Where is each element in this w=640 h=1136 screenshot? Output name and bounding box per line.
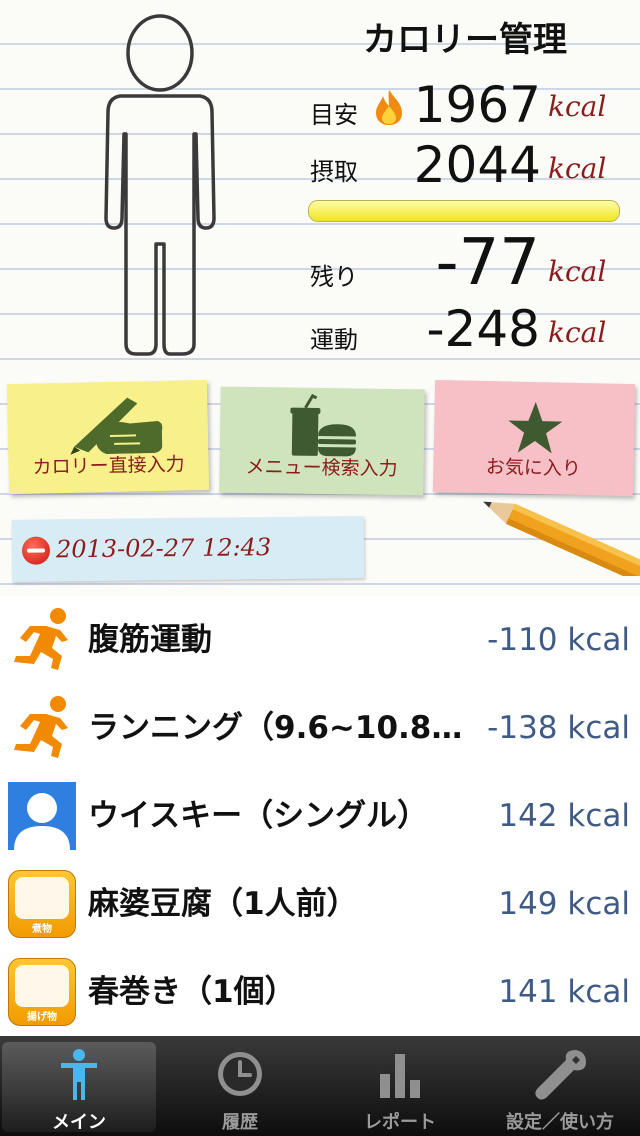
favorites-label: お気に入り xyxy=(485,456,582,480)
entry-name: 腹筋運動 xyxy=(88,622,212,658)
remaining-unit: kcal xyxy=(548,255,607,288)
entry-name: 春巻き（1個） xyxy=(88,974,296,1010)
food-category-tag: 煮物 xyxy=(32,924,52,935)
list-item[interactable]: ランニング（9.6~10.8km/h） -138 kcal xyxy=(0,684,640,773)
entry-name: 麻婆豆腐（1人前） xyxy=(88,886,358,922)
intake-unit: kcal xyxy=(548,152,607,185)
exercise-label: 運動 xyxy=(310,326,358,354)
calorie-summary-header: カロリー管理 目安 1967 kcal 摂取 2044 kcal 残り -77 … xyxy=(0,0,640,372)
pencil-decoration-icon xyxy=(483,501,640,576)
food-category-tag: 揚げ物 xyxy=(27,1012,57,1023)
direct-calorie-input-button[interactable]: カロリー直接入力 xyxy=(6,379,210,495)
tab-label: レポート xyxy=(364,1112,436,1133)
tab-label: 履歴 xyxy=(222,1112,258,1133)
entry-kcal: 142 kcal xyxy=(498,798,630,834)
hand-writing-pen-icon xyxy=(70,397,163,455)
tab-label: 設定／使い方 xyxy=(506,1112,614,1133)
tab-report[interactable]: レポート xyxy=(320,1036,480,1136)
person-icon xyxy=(61,1049,97,1100)
timestamp-note[interactable]: 2013-02-27 12:43 xyxy=(11,516,365,582)
list-item[interactable]: 揚げ物 春巻き（1個） 141 kcal xyxy=(0,948,640,1037)
fried-food-icon: 揚げ物 xyxy=(8,958,76,1026)
remaining-value: -77 xyxy=(435,226,540,300)
drink-and-burger-icon xyxy=(290,393,357,457)
entry-name: ランニング（9.6~10.8km/h） xyxy=(88,710,463,746)
entry-kcal: -110 kcal xyxy=(487,622,630,658)
exercise-unit: kcal xyxy=(548,316,607,349)
default-user-avatar-icon xyxy=(8,782,76,850)
tab-main[interactable]: メイン xyxy=(2,1042,156,1133)
intake-value: 2044 xyxy=(413,136,541,194)
target-value: 1967 xyxy=(413,76,541,134)
target-unit: kcal xyxy=(548,90,607,123)
list-item[interactable]: 腹筋運動 -110 kcal xyxy=(0,596,640,685)
list-item[interactable]: ウイスキー（シングル） 142 kcal xyxy=(0,772,640,861)
entry-kcal: 141 kcal xyxy=(498,974,630,1010)
direct-input-label: カロリー直接入力 xyxy=(32,453,185,479)
target-label: 目安 xyxy=(310,101,358,129)
wrench-icon xyxy=(535,1050,586,1100)
menu-search-input-button[interactable]: メニュー検索入力 xyxy=(219,386,425,496)
delete-icon[interactable] xyxy=(21,536,51,565)
tab-bar: メイン 履歴 レポート 設定／使い方 xyxy=(0,1036,640,1136)
entry-kcal: -138 kcal xyxy=(487,710,630,746)
remaining-label: 残り xyxy=(310,263,358,291)
calorie-progress-bar xyxy=(308,200,620,222)
tab-history[interactable]: 履歴 xyxy=(160,1036,320,1136)
entry-kcal: 149 kcal xyxy=(498,886,630,922)
tab-settings[interactable]: 設定／使い方 xyxy=(480,1036,640,1136)
page-title: カロリー管理 xyxy=(363,20,567,60)
entry-name: ウイスキー（シングル） xyxy=(88,798,429,834)
entry-timestamp: 2013-02-27 12:43 xyxy=(55,533,272,564)
menu-search-label: メニュー検索入力 xyxy=(245,455,398,481)
simmered-dish-icon: 煮物 xyxy=(8,870,76,938)
flame-icon xyxy=(376,90,402,125)
body-figure-icon xyxy=(104,14,216,356)
intake-label: 摂取 xyxy=(310,158,358,186)
running-person-icon xyxy=(14,608,68,670)
calorie-progress-fill xyxy=(309,201,619,221)
entry-list: 腹筋運動 -110 kcal ランニング（9.6~10.8km/h） -138 … xyxy=(0,596,640,1037)
list-item[interactable]: 煮物 麻婆豆腐（1人前） 149 kcal xyxy=(0,860,640,949)
favorites-button[interactable]: お気に入り xyxy=(432,379,636,497)
bar-chart-icon xyxy=(380,1054,420,1098)
running-person-icon xyxy=(14,696,68,758)
clock-icon xyxy=(218,1052,262,1096)
exercise-value: -248 xyxy=(426,300,540,358)
star-icon xyxy=(508,402,563,454)
tab-label: メイン xyxy=(52,1112,106,1133)
